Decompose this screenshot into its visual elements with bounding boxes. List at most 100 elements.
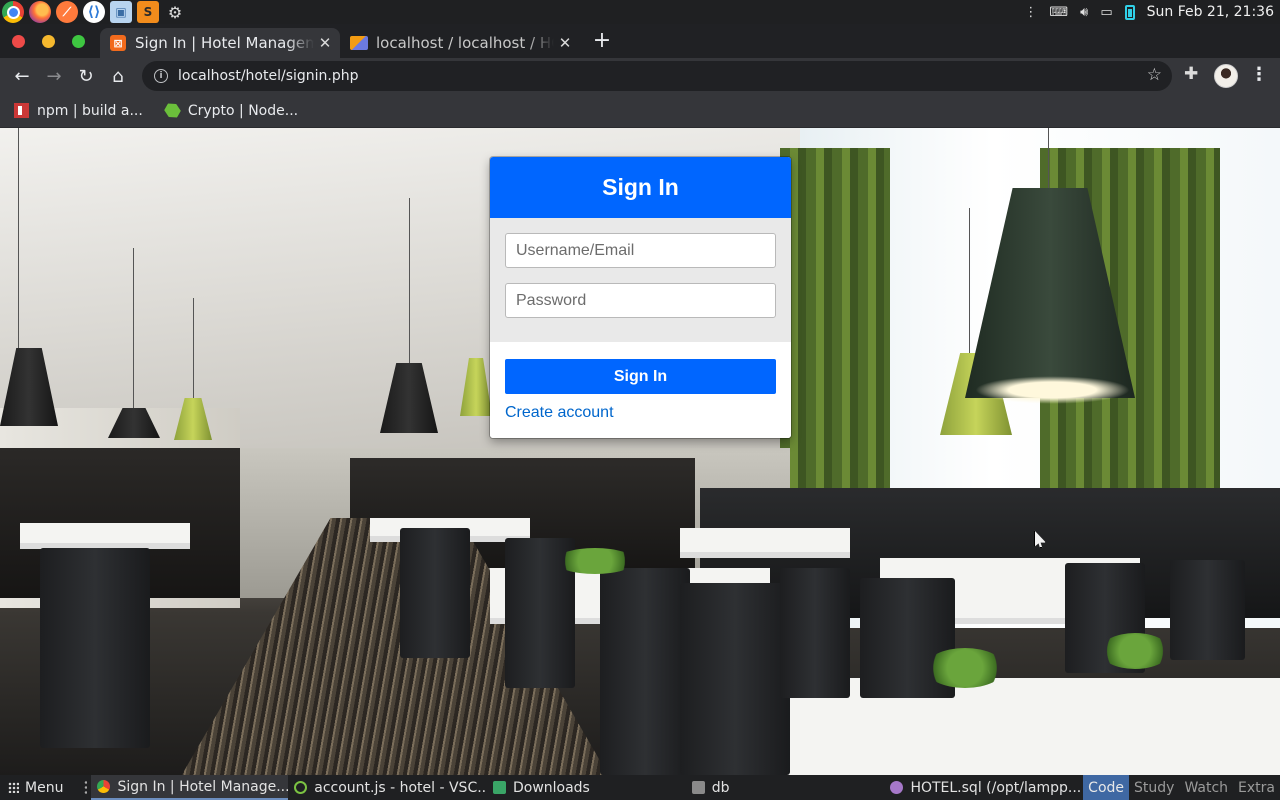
bg-chair (780, 568, 850, 698)
settings-gear-icon[interactable]: ⚙ (164, 1, 186, 23)
home-icon[interactable]: ⌂ (105, 63, 131, 89)
taskbar-task-chrome[interactable]: Sign In | Hotel Manage... (91, 775, 289, 800)
task-label: Downloads (512, 779, 590, 796)
taskbar-task-downloads[interactable]: Downloads (487, 775, 686, 800)
window-minimize-button[interactable] (42, 35, 55, 48)
system-tray: ⋮ ⌨ 🔊︎ ▭ Sun Feb 21, 21:36 (1024, 0, 1280, 24)
workspace-code[interactable]: Code (1083, 775, 1130, 800)
firefox-icon[interactable] (29, 1, 51, 23)
bookmark-label: npm | build a... (37, 102, 143, 119)
workspace-extra[interactable]: Extra (1233, 775, 1280, 800)
bookmark-npm[interactable]: npm | build a... (14, 103, 143, 119)
tab-phpmyadmin[interactable]: localhost / localhost / HOTEL ✕ (340, 28, 580, 58)
page-viewport: Sign In Sign In Create account (0, 128, 1280, 775)
tab-close-icon[interactable]: ✕ (314, 34, 336, 52)
os-taskbar: Menu Sign In | Hotel Manage... account.j… (0, 775, 1280, 800)
signin-form-footer: Sign In Create account (490, 342, 791, 438)
workspace-study[interactable]: Study (1129, 775, 1179, 800)
virtualbox-icon[interactable]: ▣ (110, 1, 132, 23)
bg-chair (680, 583, 790, 775)
signin-card: Sign In Sign In Create account (490, 157, 791, 438)
sublime-icon[interactable]: S (137, 1, 159, 23)
bg-lamp-cord (18, 128, 19, 348)
text-editor-icon (890, 781, 904, 794)
taskbar-task-hotel-sql[interactable]: HOTEL.sql (/opt/lampp... (884, 775, 1083, 800)
bookmarks-bar: npm | build a... Crypto | Node... (0, 94, 1280, 128)
back-arrow-icon[interactable]: ← (9, 63, 35, 89)
nodejs-icon (162, 100, 182, 120)
bg-chair (1170, 560, 1245, 660)
address-bar[interactable]: i localhost/hotel/signin.php ☆ (142, 61, 1172, 91)
taskbar-separator (83, 780, 88, 795)
keyboard-icon[interactable]: ⌨ (1049, 5, 1068, 20)
volume-icon[interactable]: 🔊︎ (1080, 5, 1088, 20)
address-url[interactable]: localhost/hotel/signin.php (178, 68, 359, 84)
tray-menu-icon[interactable]: ⋮ (1024, 5, 1037, 20)
bg-chair (400, 528, 470, 658)
signin-form-body (490, 218, 791, 342)
browser-tab-strip: ⊠ Sign In | Hotel Management ✕ localhost… (0, 24, 1280, 58)
site-info-icon[interactable]: i (154, 69, 168, 83)
bookmark-star-icon[interactable]: ☆ (1147, 65, 1162, 85)
forward-arrow-icon[interactable]: → (41, 63, 67, 89)
os-top-panel: ⟋ ⟨⟩ ▣ S ⚙ ⋮ ⌨ 🔊︎ ▭ Sun Feb 21, 21:36 (0, 0, 1280, 24)
chrome-icon[interactable] (2, 1, 24, 23)
create-account-link[interactable]: Create account (505, 404, 614, 422)
tab-close-icon[interactable]: ✕ (554, 34, 576, 52)
signin-header: Sign In (490, 157, 791, 218)
bg-lamp-cord (409, 198, 410, 363)
app-launchers: ⟋ ⟨⟩ ▣ S ⚙ (0, 0, 186, 24)
signin-button[interactable]: Sign In (505, 359, 776, 394)
bookmark-crypto[interactable]: Crypto | Node... (165, 103, 298, 119)
taskbar-task-db[interactable]: db (686, 775, 885, 800)
os-clock[interactable]: Sun Feb 21, 21:36 (1147, 4, 1274, 20)
bg-plant (1100, 633, 1170, 669)
tab-title: Sign In | Hotel Management (135, 34, 314, 52)
chrome-icon (97, 780, 111, 793)
tab-title: localhost / localhost / HOTEL (376, 34, 554, 52)
screen-cast-icon[interactable]: ▭ (1100, 5, 1112, 20)
vscode-icon (294, 781, 308, 794)
task-label: HOTEL.sql (/opt/lampp... (910, 779, 1082, 796)
safari-icon[interactable]: ⟋ (56, 1, 78, 23)
workspace-watch[interactable]: Watch (1179, 775, 1233, 800)
task-label: db (711, 779, 730, 796)
browser-menu-icon[interactable]: ⋮ (1250, 64, 1268, 85)
bg-lamp-cord (193, 298, 194, 398)
task-label: Sign In | Hotel Manage... (117, 778, 289, 795)
hotel-favicon-icon: ⊠ (110, 35, 126, 51)
bg-plant (925, 648, 1005, 688)
npm-icon (14, 103, 29, 118)
bg-plant (555, 548, 635, 574)
phpmyadmin-favicon-icon (350, 36, 368, 50)
reload-icon[interactable]: ↻ (73, 63, 99, 89)
username-email-input[interactable] (505, 233, 776, 268)
bg-chair (600, 568, 690, 775)
taskbar-task-vscode[interactable]: account.js - hotel - VSC... (288, 775, 487, 800)
start-menu-button[interactable]: Menu (0, 780, 80, 796)
app-grid-icon (8, 782, 19, 793)
vscode-icon[interactable]: ⟨⟩ (83, 1, 105, 23)
bg-table (20, 523, 190, 543)
task-label: account.js - hotel - VSC... (314, 779, 487, 796)
folder-icon (492, 781, 506, 794)
bg-lamp-glow (975, 376, 1130, 404)
window-close-button[interactable] (12, 35, 25, 48)
menu-label: Menu (25, 779, 64, 796)
battery-icon[interactable] (1124, 4, 1135, 20)
extensions-puzzle-icon[interactable]: ✚ (1184, 64, 1198, 84)
bookmark-label: Crypto | Node... (187, 102, 299, 119)
tab-sign-in[interactable]: ⊠ Sign In | Hotel Management ✕ (100, 28, 340, 58)
bg-table (680, 528, 850, 552)
bg-chair (40, 548, 150, 748)
password-input[interactable] (505, 283, 776, 318)
bg-lamp-cord (133, 248, 134, 418)
folder-icon (691, 781, 705, 794)
bg-lamp-cord (1048, 128, 1049, 188)
bg-lamp-cord (969, 208, 970, 353)
signin-title: Sign In (602, 174, 679, 200)
browser-toolbar: ← → ↻ ⌂ i localhost/hotel/signin.php ☆ ✚… (0, 58, 1280, 94)
profile-avatar[interactable] (1214, 64, 1238, 88)
new-tab-button[interactable]: + (590, 28, 614, 54)
window-maximize-button[interactable] (72, 35, 85, 48)
